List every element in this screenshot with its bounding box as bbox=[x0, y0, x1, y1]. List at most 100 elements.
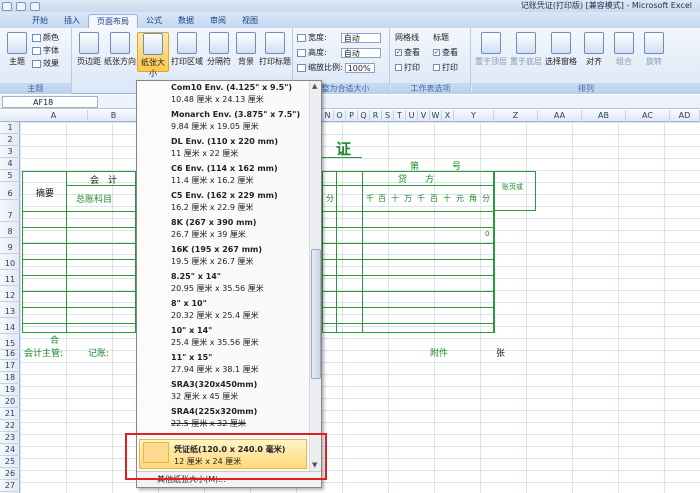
column-header[interactable]: Q bbox=[358, 110, 370, 122]
row-header[interactable]: 25 bbox=[0, 456, 20, 468]
gridlines-print-checkbox[interactable]: 打印 bbox=[395, 62, 420, 73]
row-header[interactable]: 3 bbox=[0, 146, 20, 158]
voucher-title: 证 bbox=[336, 140, 352, 158]
paper-size-option[interactable]: 10" x 14" 25.4 厘米 x 35.56 厘米 bbox=[137, 324, 309, 349]
breaks-button[interactable]: 分隔符 bbox=[205, 32, 233, 67]
row-header[interactable]: 21 bbox=[0, 408, 20, 420]
row-header[interactable]: 8 bbox=[0, 226, 20, 238]
column-header[interactable]: R bbox=[370, 110, 382, 122]
row-header[interactable]: 5 bbox=[0, 170, 20, 182]
column-header[interactable]: S bbox=[382, 110, 394, 122]
rotate-button[interactable]: 旋转 bbox=[640, 32, 668, 67]
send-to-back-button[interactable]: 置于底层 bbox=[509, 32, 543, 67]
row-header[interactable]: 16 bbox=[0, 348, 20, 360]
column-header[interactable]: O bbox=[334, 110, 346, 122]
row-header[interactable]: 14 bbox=[0, 322, 20, 334]
row-header[interactable]: 9 bbox=[0, 242, 20, 254]
tab-home[interactable]: 开始 bbox=[24, 14, 56, 28]
column-header[interactable]: U bbox=[406, 110, 418, 122]
row-header[interactable]: 7 bbox=[0, 210, 20, 222]
tab-formulas[interactable]: 公式 bbox=[138, 14, 170, 28]
scale-input[interactable]: 100% bbox=[344, 62, 375, 73]
paper-size-option[interactable]: SRA3(320x450mm) 32 厘米 x 45 厘米 bbox=[137, 378, 309, 403]
effects-button[interactable]: 效果 bbox=[32, 58, 59, 69]
column-header[interactable]: AA bbox=[538, 110, 582, 122]
row-header[interactable]: 24 bbox=[0, 444, 20, 456]
undo-icon[interactable] bbox=[16, 1, 26, 11]
row-header[interactable]: 18 bbox=[0, 372, 20, 384]
width-select[interactable]: 自动 bbox=[340, 32, 381, 43]
row-header[interactable]: 2 bbox=[0, 134, 20, 146]
gridlines-view-checkbox[interactable]: ✓ 查看 bbox=[395, 47, 420, 58]
height-select[interactable]: 自动 bbox=[340, 47, 381, 58]
redo-icon[interactable] bbox=[30, 1, 40, 11]
headings-view-checkbox[interactable]: ✓ 查看 bbox=[433, 47, 458, 58]
paper-size-option[interactable]: C5 Env. (162 x 229 mm) 16.2 厘米 x 22.9 厘米 bbox=[137, 189, 309, 214]
fonts-button[interactable]: 字体 bbox=[32, 45, 59, 56]
row-header[interactable]: 27 bbox=[0, 480, 20, 492]
column-header[interactable]: V bbox=[418, 110, 430, 122]
row-header[interactable]: 26 bbox=[0, 468, 20, 480]
paper-size-option[interactable]: 8.25" x 14" 20.95 厘米 x 35.56 厘米 bbox=[137, 270, 309, 295]
dropdown-scrollbar[interactable]: ▲ ▼ bbox=[309, 81, 321, 471]
row-header[interactable]: 17 bbox=[0, 360, 20, 372]
orientation-button[interactable]: 纸张方向 bbox=[104, 32, 136, 67]
scroll-thumb[interactable] bbox=[311, 249, 321, 379]
paper-size-option[interactable]: SRA4(225x320mm) 22.5 厘米 x 32 厘米 bbox=[137, 405, 309, 430]
row-header[interactable]: 6 bbox=[0, 188, 20, 200]
column-header[interactable]: X bbox=[442, 110, 454, 122]
row-header[interactable]: 11 bbox=[0, 274, 20, 286]
row-header[interactable]: 4 bbox=[0, 158, 20, 170]
save-icon[interactable] bbox=[2, 1, 12, 11]
office-button[interactable] bbox=[0, 12, 24, 28]
paper-size-button[interactable]: 纸张大小 bbox=[137, 32, 169, 78]
voucher-divider bbox=[22, 259, 136, 260]
paper-size-option[interactable]: 8" x 10" 20.32 厘米 x 25.4 厘米 bbox=[137, 297, 309, 322]
paper-size-option[interactable]: C6 Env. (114 x 162 mm) 11.4 厘米 x 16.2 厘米 bbox=[137, 162, 309, 187]
column-header[interactable]: T bbox=[394, 110, 406, 122]
margins-button[interactable]: 页边距 bbox=[75, 32, 103, 67]
align-button[interactable]: 对齐 bbox=[580, 32, 608, 67]
paper-size-option[interactable]: 16K (195 x 267 mm) 19.5 厘米 x 26.7 厘米 bbox=[137, 243, 309, 268]
scroll-up-icon[interactable]: ▲ bbox=[312, 82, 317, 90]
row-header[interactable]: 20 bbox=[0, 396, 20, 408]
paper-size-option[interactable]: 8K (267 x 390 mm) 26.7 厘米 x 39 厘米 bbox=[137, 216, 309, 241]
themes-button[interactable]: 主题 bbox=[2, 32, 32, 67]
column-header[interactable]: Y bbox=[454, 110, 494, 122]
tab-view[interactable]: 视图 bbox=[234, 14, 266, 28]
column-header[interactable]: P bbox=[346, 110, 358, 122]
column-header[interactable]: N bbox=[322, 110, 334, 122]
bring-to-front-button[interactable]: 置于顶层 bbox=[474, 32, 508, 67]
paper-size-option[interactable]: Monarch Env. (3.875" x 7.5") 9.84 厘米 x 19… bbox=[137, 108, 309, 133]
row-header[interactable]: 19 bbox=[0, 384, 20, 396]
column-header[interactable]: AC bbox=[626, 110, 670, 122]
paper-size-option[interactable]: 11" x 15" 27.94 厘米 x 38.1 厘米 bbox=[137, 351, 309, 376]
paper-size-option[interactable]: Com10 Env. (4.125" x 9.5") 10.48 厘米 x 24.… bbox=[137, 81, 309, 106]
tab-data[interactable]: 数据 bbox=[170, 14, 202, 28]
row-header[interactable]: 22 bbox=[0, 420, 20, 432]
tab-page-layout[interactable]: 页面布局 bbox=[88, 14, 138, 28]
print-area-button[interactable]: 打印区域 bbox=[170, 32, 204, 67]
row-header[interactable]: 23 bbox=[0, 432, 20, 444]
headings-print-checkbox[interactable]: 打印 bbox=[433, 62, 458, 73]
selection-pane-button[interactable]: 选择窗格 bbox=[544, 32, 578, 67]
row-header[interactable]: 10 bbox=[0, 258, 20, 270]
background-button[interactable]: 背景 bbox=[234, 32, 258, 67]
paper-size-option[interactable]: DL Env. (110 x 220 mm) 11 厘米 x 22 厘米 bbox=[137, 135, 309, 160]
row-header[interactable]: 12 bbox=[0, 290, 20, 302]
row-header[interactable]: 1 bbox=[0, 122, 20, 134]
group-button[interactable]: 组合 bbox=[610, 32, 638, 67]
name-box[interactable]: AF18 bbox=[2, 96, 98, 108]
column-header[interactable]: AB bbox=[582, 110, 626, 122]
print-titles-button[interactable]: 打印标题 bbox=[259, 32, 291, 67]
column-header[interactable]: AD bbox=[670, 110, 700, 122]
column-header[interactable]: Z bbox=[494, 110, 538, 122]
column-header[interactable]: B bbox=[88, 110, 140, 122]
tab-insert[interactable]: 插入 bbox=[56, 14, 88, 28]
row-header[interactable]: 13 bbox=[0, 306, 20, 318]
column-header[interactable]: W bbox=[430, 110, 442, 122]
tab-review[interactable]: 审阅 bbox=[202, 14, 234, 28]
column-header[interactable]: A bbox=[20, 110, 88, 122]
bring-to-front-icon bbox=[481, 32, 501, 54]
colors-button[interactable]: 颜色 bbox=[32, 32, 59, 43]
